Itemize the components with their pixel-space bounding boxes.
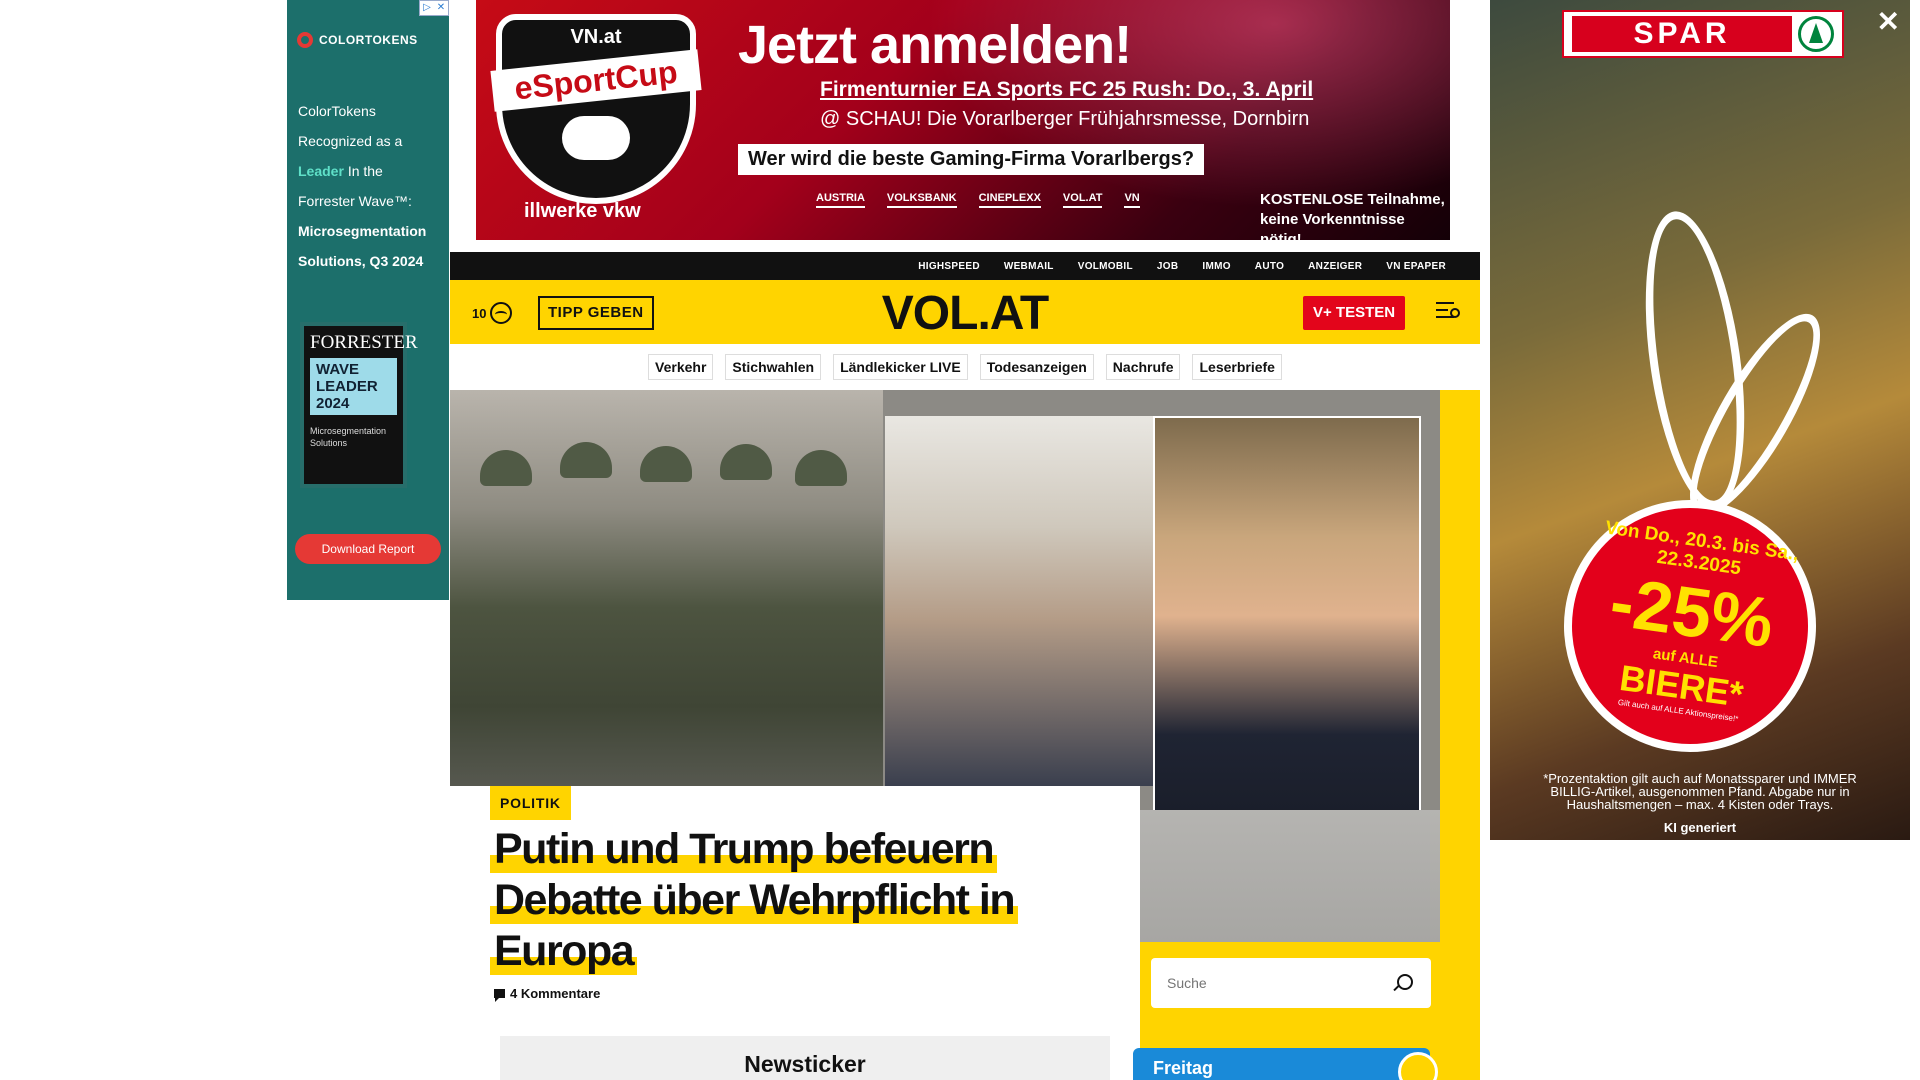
site-header: 10 TIPP GEBEN VOL.AT V+ TESTEN <box>450 280 1480 344</box>
ad-line: Recognized as a <box>298 133 403 149</box>
ad-highlight: Leader <box>298 163 344 179</box>
colortokens-name: COLORTOKENS <box>319 33 418 47</box>
partner-logo: VOLKSBANK <box>886 192 957 208</box>
esportcup-shield-logo: VN.at eSportCup <box>490 14 702 204</box>
forrester-name: FORRESTER <box>310 332 418 353</box>
badge-line: WAVE <box>316 361 360 378</box>
shield-title: eSportCup <box>490 49 702 112</box>
headline-text[interactable]: Putin und Trump befeuern Debatte über We… <box>490 825 1019 975</box>
banner-location: @ SCHAU! Die Vorarlberger Frühjahrsmesse… <box>820 108 1310 130</box>
ad-line: Forrester Wave™: <box>298 193 412 209</box>
topnav-anzeiger[interactable]: ANZEIGER <box>1296 261 1374 272</box>
colortokens-brand: COLORTOKENS <box>297 32 418 48</box>
colortokens-ad[interactable]: ▷ ✕ COLORTOKENS ColorTokens Recognized as… <box>287 0 449 600</box>
topnav-highspeed[interactable]: HIGHSPEED <box>906 261 992 272</box>
comment-icon <box>494 989 505 1002</box>
gamepad-icon <box>562 116 630 160</box>
banner-free-note: KOSTENLOSE Teilnahme, keine Vorkenntniss… <box>1260 190 1450 240</box>
free-line: KOSTENLOSE Teilnahme, <box>1260 191 1445 208</box>
topic-nachrufe[interactable]: Nachrufe <box>1105 354 1181 380</box>
ad-line: Microsegmentation <box>298 223 427 239</box>
topic-laendlekicker-live[interactable]: Ländlekicker LIVE <box>833 354 968 380</box>
topic-stichwahlen[interactable]: Stichwahlen <box>725 354 822 380</box>
search-icon[interactable] <box>1397 974 1413 990</box>
sponsor-logo: illwerke vkw <box>524 200 641 222</box>
ad-line: Solutions, Q3 2024 <box>298 253 424 269</box>
topic-navigation: Verkehr Stichwahlen Ländlekicker LIVE To… <box>450 344 1480 390</box>
banner-subline: Firmenturnier EA Sports FC 25 Rush: Do.,… <box>820 78 1314 101</box>
shield-brand: VN.at <box>570 26 622 48</box>
vplus-testen-button[interactable]: V+ TESTEN <box>1303 296 1406 330</box>
banner-question: Wer wird die beste Gaming-Firma Vorarlbe… <box>738 144 1205 175</box>
spar-tree-icon <box>1798 16 1834 52</box>
ad-line: Leader In the <box>298 156 448 186</box>
partner-logos: AUSTRIA VOLKSBANK CINEPLEXX VOL.AT VN <box>816 192 1140 208</box>
newsticker-heading: Newsticker <box>500 1036 1110 1080</box>
putin-photo <box>885 416 1153 786</box>
trump-photo <box>1153 416 1421 816</box>
partner-logo: VOL.AT <box>1062 192 1103 208</box>
colortokens-copy: ColorTokens Recognized as a Leader In th… <box>298 96 448 276</box>
menu-search-icon[interactable] <box>1436 302 1460 322</box>
spar-ad[interactable]: SPAR ✕ Von Do., 20.3. bis Sa., 22.3.2025… <box>1490 0 1910 840</box>
topic-leserbriefe[interactable]: Leserbriefe <box>1192 354 1282 380</box>
weather-widget[interactable]: Freitag <box>1133 1048 1438 1080</box>
vol-at-site: HIGHSPEED WEBMAIL VOLMOBIL JOB IMMO AUTO… <box>450 240 1480 1080</box>
topnav-vn-epaper[interactable]: VN EPAPER <box>1374 261 1458 272</box>
badge-line: LEADER 2024 <box>316 378 378 412</box>
comments-count: 4 Kommentare <box>510 986 601 1001</box>
topnav-volmobil[interactable]: VOLMOBIL <box>1066 261 1145 272</box>
close-icon[interactable]: ✕ <box>1877 8 1900 36</box>
topnav-webmail[interactable]: WEBMAIL <box>992 261 1066 272</box>
topnav-immo[interactable]: IMMO <box>1190 261 1242 272</box>
partner-logo: CINEPLEXX <box>978 192 1041 208</box>
forrester-wave-badge: WAVE LEADER 2024 <box>310 358 397 415</box>
article-card[interactable]: POLITIK Putin und Trump befeuern Debatte… <box>450 786 1140 1080</box>
adchoices-icon[interactable]: ▷ ✕ <box>419 0 449 16</box>
colortokens-logo-icon <box>297 32 313 48</box>
badge-sub: Microsegmentation Solutions <box>310 426 387 448</box>
banner-headline: Jetzt anmelden! <box>738 15 1132 75</box>
topic-todesanzeigen[interactable]: Todesanzeigen <box>979 354 1094 380</box>
spar-logo: SPAR <box>1562 10 1844 58</box>
spar-brand: SPAR <box>1572 16 1792 52</box>
search-input[interactable] <box>1167 958 1387 1008</box>
topnav-auto[interactable]: AUTO <box>1243 261 1296 272</box>
topic-verkehr[interactable]: Verkehr <box>648 354 714 380</box>
free-line: keine Vorkenntnisse nötig! <box>1260 211 1405 240</box>
weather-day: Freitag <box>1153 1058 1214 1078</box>
ki-generated-label: KI generiert <box>1663 820 1737 835</box>
partner-logo: VN <box>1124 192 1140 208</box>
esportcup-banner-ad[interactable]: VN.at eSportCup illwerke vkw Jetzt anmel… <box>476 0 1450 240</box>
image-background <box>1140 810 1440 942</box>
partner-logo: AUSTRIA <box>816 192 865 208</box>
category-label[interactable]: POLITIK <box>490 786 571 820</box>
forrester-badge: FORRESTER WAVE LEADER 2024 Microsegmenta… <box>300 322 418 488</box>
soldiers-photo <box>450 390 883 786</box>
promo-badge: Von Do., 20.3. bis Sa., 22.3.2025 -25% a… <box>1547 483 1833 769</box>
top-navigation: HIGHSPEED WEBMAIL VOLMOBIL JOB IMMO AUTO… <box>450 252 1480 280</box>
search-box[interactable] <box>1151 958 1431 1008</box>
download-report-button[interactable]: Download Report <box>295 534 441 564</box>
ad-line: ColorTokens <box>298 103 376 119</box>
promo-disclaimer: *Prozentaktion gilt auch auf Monatsspare… <box>1543 771 1857 812</box>
comments-link[interactable]: 4 Kommentare <box>494 986 601 1002</box>
ad-line-part: In the <box>347 163 383 179</box>
article-headline[interactable]: Putin und Trump befeuern Debatte über We… <box>490 824 1050 977</box>
hero-article: POLITIK Putin und Trump befeuern Debatte… <box>450 390 1480 1080</box>
topnav-job[interactable]: JOB <box>1145 261 1190 272</box>
